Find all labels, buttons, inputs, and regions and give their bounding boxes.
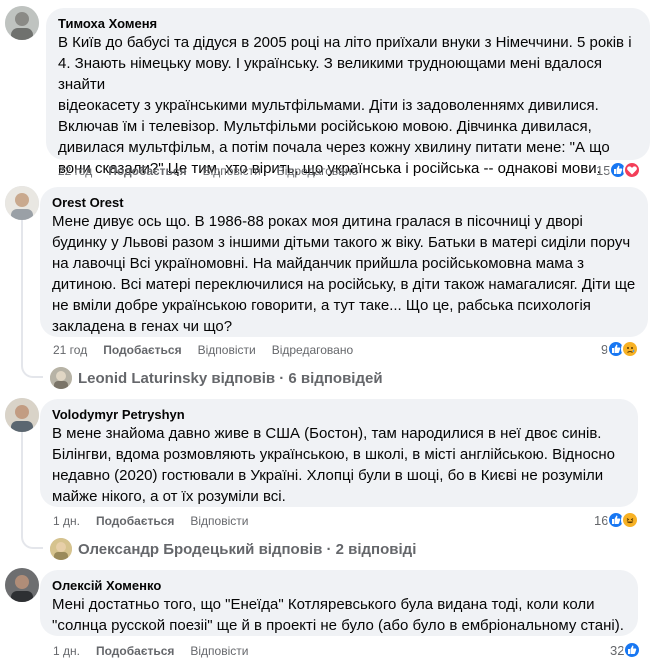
comment-bubble: Олексій Хоменко Мені достатньо того, що …	[40, 570, 638, 636]
thread-line	[21, 432, 23, 534]
comment-meta: 1 дн. Подобається Відповісти	[53, 514, 264, 528]
avatar[interactable]	[5, 6, 39, 40]
edited-label: Відредаговано	[271, 343, 354, 357]
comment-time[interactable]: 1 дн.	[53, 644, 80, 658]
like-button[interactable]: Подобається	[96, 644, 174, 658]
comment-bubble: Volodymyr Petryshyn В мене знайома давно…	[40, 399, 638, 507]
replier-avatar	[50, 538, 72, 560]
comment-author[interactable]: Олексій Хоменко	[52, 577, 626, 594]
reaction-count: 16	[594, 512, 609, 528]
edited-label: Відредаговано	[276, 164, 359, 178]
reaction-summary[interactable]: 15	[596, 161, 642, 179]
comment-text: В Київ до бабусі та дідуся в 2005 році н…	[58, 34, 632, 177]
avatar[interactable]	[5, 398, 39, 432]
comment-bubble: Тимоха Хоменя В Київ до бабусі та дідуся…	[46, 8, 650, 177]
reaction-summary[interactable]: 32	[610, 641, 642, 659]
comment-author[interactable]: Volodymyr Petryshyn	[52, 406, 626, 423]
comment-bubble: Orest Orest Мене дивує ось що. В 1986-88…	[40, 187, 648, 337]
reply-button[interactable]: Відповісти	[198, 343, 256, 357]
like-button[interactable]: Подобається	[103, 343, 181, 357]
comment-time[interactable]: 21 год	[53, 343, 87, 357]
replies-summary[interactable]: Олександр Бродецький відповів · 2 відпов…	[78, 541, 416, 558]
love-icon	[623, 161, 642, 179]
reaction-count: 15	[596, 162, 611, 178]
view-replies-link[interactable]: Олександр Бродецький відповів · 2 відпов…	[50, 538, 416, 560]
reaction-summary[interactable]: 9	[601, 340, 640, 358]
comment-text: Мені достатньо того, що "Енеїда" Котляре…	[52, 596, 624, 634]
comment-meta: 1 дн. Подобається Відповісти	[53, 644, 264, 658]
comment-meta: 21 год Подобається Відповісти Відредагов…	[53, 343, 369, 357]
sad-icon	[621, 340, 640, 358]
like-icon	[623, 641, 642, 659]
replies-summary[interactable]: Leonid Laturinsky відповів · 6 відповіде…	[78, 370, 383, 387]
thread-line	[21, 220, 23, 364]
comment-text: Мене дивує ось що. В 1986-88 роках моя д…	[52, 213, 636, 335]
avatar[interactable]	[5, 568, 39, 602]
comment-time[interactable]: 22 год	[58, 164, 92, 178]
reply-connector	[21, 362, 43, 378]
reaction-summary[interactable]: 16	[594, 511, 640, 529]
like-button[interactable]: Подобається	[108, 164, 186, 178]
reply-button[interactable]: Відповісти	[203, 164, 261, 178]
comment-author[interactable]: Orest Orest	[52, 194, 636, 211]
avatar[interactable]	[5, 186, 39, 220]
comment-time[interactable]: 1 дн.	[53, 514, 80, 528]
replier-avatar	[50, 367, 72, 389]
comment-text: В мене знайома давно живе в США (Бостон)…	[52, 425, 615, 505]
haha-icon	[621, 511, 640, 529]
like-button[interactable]: Подобається	[96, 514, 174, 528]
comment-author[interactable]: Тимоха Хоменя	[58, 15, 638, 32]
reaction-count: 32	[610, 642, 625, 658]
view-replies-link[interactable]: Leonid Laturinsky відповів · 6 відповіде…	[50, 367, 383, 389]
reply-connector	[21, 533, 43, 549]
reply-button[interactable]: Відповісти	[190, 644, 248, 658]
comment-meta: 22 год Подобається Відповісти Відредагов…	[58, 164, 374, 178]
reply-button[interactable]: Відповісти	[190, 514, 248, 528]
